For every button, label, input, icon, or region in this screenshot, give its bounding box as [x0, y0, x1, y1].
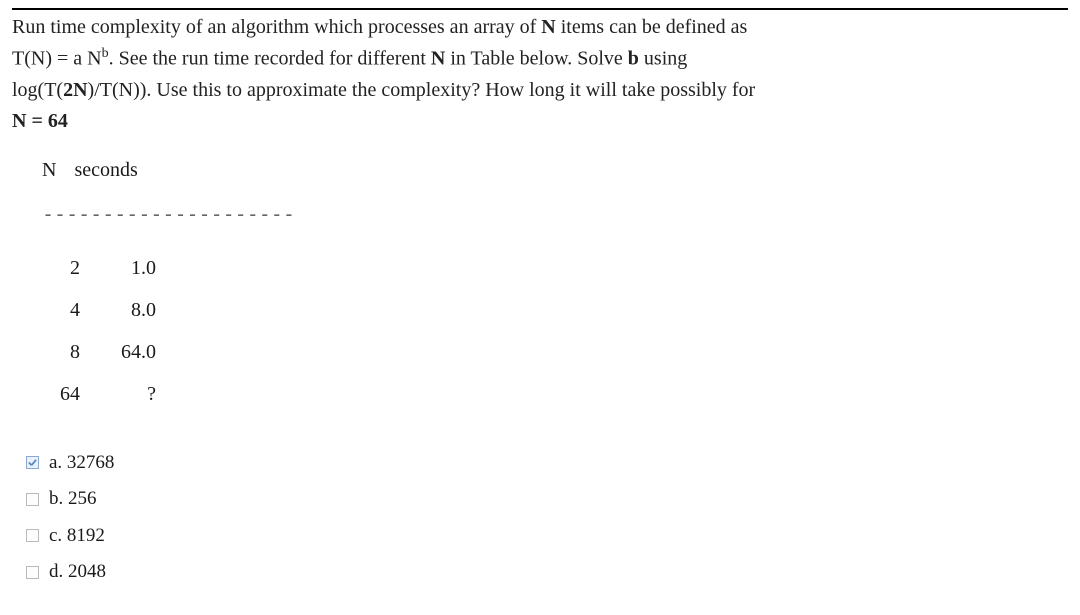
checkmark-icon: [28, 458, 37, 467]
table-cell-s: 64.0: [86, 337, 156, 367]
q-text-part: . See the run time recorded for differen…: [109, 48, 431, 70]
question-text: Run time complexity of an algorithm whic…: [12, 12, 1068, 137]
checkbox-icon[interactable]: [26, 566, 39, 579]
q-text-part: items can be defined as: [556, 16, 748, 38]
table-cell-n: 8: [42, 337, 86, 367]
option-label: a. 32768: [49, 449, 114, 478]
q-text-part: log(T(: [12, 79, 63, 101]
table-row: 4 8.0: [42, 295, 1068, 325]
q-text-part: Run time complexity of an algorithm whic…: [12, 16, 541, 38]
table-cell-n: 2: [42, 253, 86, 283]
table-cell-s: ?: [86, 379, 156, 409]
checkbox-icon[interactable]: [26, 529, 39, 542]
table-cell-s: 1.0: [86, 253, 156, 283]
q-bold-N: N: [541, 16, 555, 38]
option-d[interactable]: d. 2048: [26, 558, 1068, 587]
table-separator: ---------------------: [42, 199, 1068, 229]
table-row: 64 ?: [42, 379, 1068, 409]
option-b[interactable]: b. 256: [26, 485, 1068, 514]
q-bold-2N: 2N: [63, 79, 87, 101]
table-cell-n: 64: [42, 379, 86, 409]
data-table: N seconds --------------------- 2 1.0 4 …: [42, 155, 1068, 409]
option-label: d. 2048: [49, 558, 106, 587]
option-label: b. 256: [49, 485, 97, 514]
answer-options: a. 32768 b. 256 c. 8192 d. 2048: [26, 449, 1068, 587]
option-a[interactable]: a. 32768: [26, 449, 1068, 478]
table-row: 8 64.0: [42, 337, 1068, 367]
q-eq-sup: b: [102, 46, 109, 61]
table-cell-n: 4: [42, 295, 86, 325]
checkbox-checked-icon[interactable]: [26, 456, 39, 469]
table-row: 2 1.0: [42, 253, 1068, 283]
q-eq-lhs: T(N) = a N: [12, 48, 102, 70]
table-header: N seconds: [42, 155, 1068, 185]
option-label: c. 8192: [49, 522, 105, 551]
option-c[interactable]: c. 8192: [26, 522, 1068, 551]
q-text-part: )/T(N)). Use this to approximate the com…: [88, 79, 756, 101]
q-bold-N64: N = 64: [12, 110, 68, 132]
checkbox-icon[interactable]: [26, 493, 39, 506]
q-text-part: in Table below. Solve: [445, 48, 627, 70]
q-bold-b: b: [628, 48, 639, 70]
q-text-part: using: [639, 48, 687, 70]
top-border: [12, 8, 1068, 10]
q-bold-N2: N: [431, 48, 445, 70]
table-header-n: N: [42, 155, 56, 185]
table-header-seconds: seconds: [74, 155, 137, 185]
table-cell-s: 8.0: [86, 295, 156, 325]
